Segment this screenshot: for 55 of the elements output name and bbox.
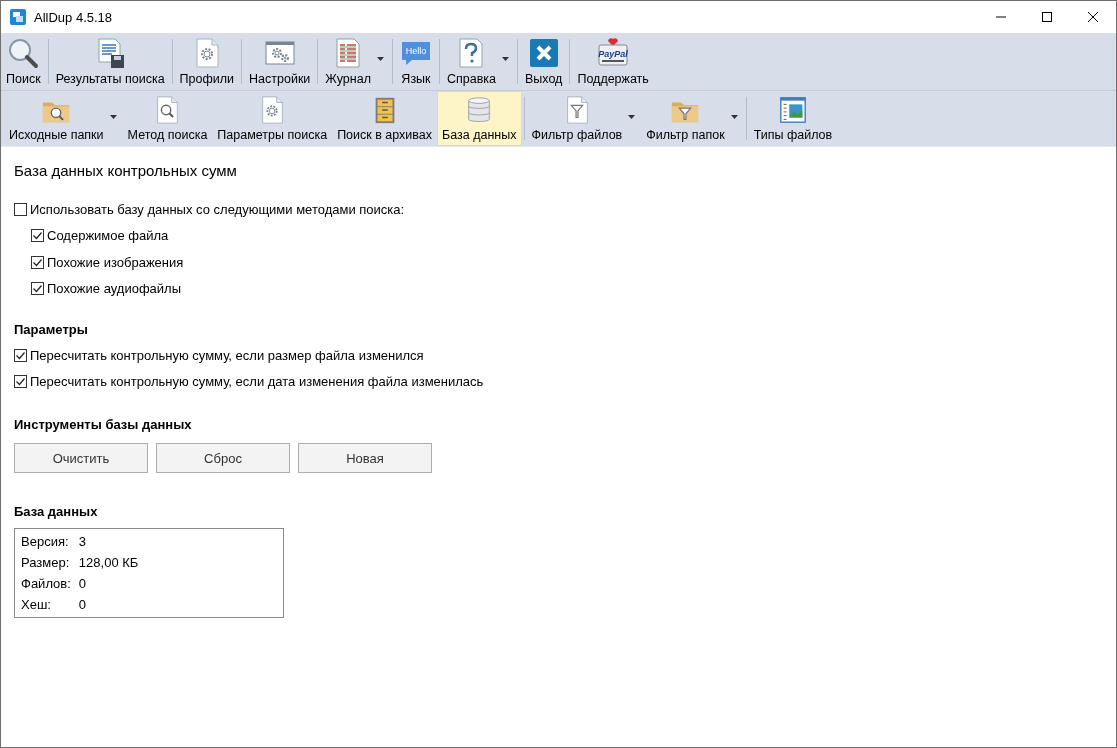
window-title: AllDup 4.5.18: [34, 9, 113, 25]
dropdown-caret-icon[interactable]: [628, 115, 636, 119]
action-button[interactable]: Новая: [298, 443, 432, 473]
section-tab[interactable]: Типы файлов: [748, 91, 838, 146]
group-heading: Инструменты базы данных: [14, 417, 193, 432]
section-title: База данных контрольных сумм: [14, 162, 238, 179]
checkbox[interactable]: [31, 282, 44, 296]
dropdown-caret-icon[interactable]: [502, 57, 509, 61]
close-icon: [1088, 12, 1098, 22]
section-tab[interactable]: База данных: [437, 91, 522, 146]
close-icon: [527, 37, 560, 69]
checkbox-label[interactable]: Похожие изображения: [47, 254, 184, 270]
section-tab[interactable]: Исходные папки: [4, 91, 123, 146]
toolbar-button[interactable]: Поиск: [1, 33, 46, 90]
checkbox[interactable]: [31, 255, 44, 269]
action-button[interactable]: Сброс: [156, 443, 290, 473]
info-value: 128,00 КБ: [78, 554, 140, 571]
checkbox-label[interactable]: Похожие аудиофайлы: [47, 281, 181, 297]
info-value: 0: [78, 575, 88, 592]
dropdown-caret-icon[interactable]: [109, 115, 117, 119]
info-label: Файлов:: [21, 575, 71, 592]
dropdown-caret-icon[interactable]: [376, 57, 384, 61]
section-tab[interactable]: Параметры поиска: [212, 91, 333, 146]
checkbox-label[interactable]: Пересчитать контрольную сумму, если размер файла изменился: [30, 347, 424, 363]
toolbar-button[interactable]: Справка: [441, 33, 515, 90]
search-icon: [7, 37, 40, 69]
checkbox[interactable]: [31, 229, 44, 243]
section-tab[interactable]: Фильтр файлов: [526, 91, 642, 146]
checkbox[interactable]: [14, 375, 27, 389]
toolbar-button[interactable]: Hello Язык: [394, 33, 437, 90]
group-heading: База данных: [14, 504, 99, 519]
info-value: 3: [78, 533, 88, 550]
toolbar-button[interactable]: Настройки: [244, 33, 316, 90]
info-label: Версия:: [21, 533, 70, 550]
toolbar-button[interactable]: Результаты поиска: [50, 33, 170, 90]
checkbox-label[interactable]: Пересчитать контрольную сумму, если дата изменения файла изменилась: [30, 374, 484, 390]
section-tab[interactable]: Метод поиска: [122, 91, 213, 146]
group-heading: Параметры: [14, 322, 89, 337]
dropdown-caret-icon[interactable]: [730, 115, 738, 119]
section-tab[interactable]: Фильтр папок: [641, 91, 744, 146]
info-label: Хеш:: [21, 596, 52, 613]
checkbox-label[interactable]: Использовать базу данных со следующими методами поиска:: [30, 201, 405, 217]
checkbox-label[interactable]: Содержимое файла: [47, 228, 169, 244]
toolbar-button[interactable]: Выход: [520, 33, 568, 90]
info-label: Размер:: [21, 554, 71, 571]
toolbar-button[interactable]: Журнал: [320, 33, 390, 90]
toolbar-button[interactable]: Профили: [174, 33, 240, 90]
checkbox[interactable]: [14, 348, 27, 362]
toolbar-button[interactable]: PayPal Поддержать: [572, 33, 654, 90]
app-icon: [10, 9, 26, 25]
info-value: 0: [78, 596, 88, 613]
checkbox[interactable]: [14, 202, 27, 216]
maximize-icon: [1042, 12, 1052, 22]
section-tab[interactable]: Поиск в архивах: [332, 91, 438, 146]
action-button[interactable]: Очистить: [14, 443, 148, 473]
